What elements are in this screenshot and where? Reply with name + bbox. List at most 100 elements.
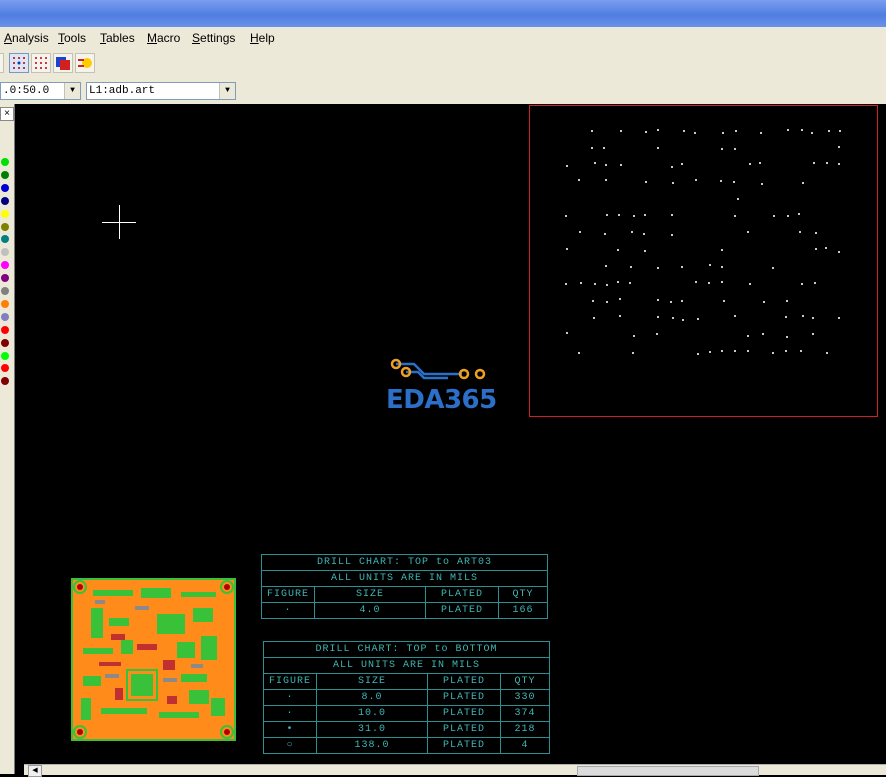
pin-mark [643, 213, 646, 216]
pin-mark [605, 283, 608, 286]
drill-chart-title: DRILL CHART: TOP to ART03 [261, 554, 548, 571]
pin-mark [785, 349, 788, 352]
pin-mark [839, 129, 842, 132]
pin-mark [565, 332, 568, 335]
layer-color-swatch[interactable] [1, 364, 9, 373]
menu-tables[interactable]: Tables [100, 31, 135, 45]
menu-help[interactable]: Help [250, 31, 275, 45]
pcb-preview [71, 578, 236, 741]
layer-color-swatch[interactable] [1, 183, 9, 192]
pin-mark [593, 283, 596, 286]
pin-mark [772, 351, 775, 354]
pin-mark [707, 282, 710, 285]
pin-mark [606, 300, 609, 303]
pin-mark [811, 317, 814, 320]
pin-mark [733, 315, 736, 318]
chevron-down-icon[interactable]: ▼ [219, 83, 235, 99]
menu-tools[interactable]: Tools [58, 31, 86, 45]
size-cell: 8.0 [316, 689, 428, 706]
pin-mark [786, 215, 789, 218]
pin-mark [632, 215, 635, 218]
layer-color-swatch[interactable] [1, 351, 9, 360]
chevron-down-icon[interactable]: ▼ [64, 83, 80, 99]
pin-mark [746, 350, 749, 353]
pin-mark [616, 281, 619, 284]
pin-mark [565, 164, 568, 167]
scroll-left-icon[interactable]: ◀ [28, 765, 42, 777]
menu-analysis[interactable]: Analysis [4, 31, 49, 45]
pin-mark [801, 315, 804, 318]
pin-mark [734, 214, 737, 217]
layer-color-swatch[interactable] [1, 377, 9, 386]
column-header: QTY [500, 673, 550, 690]
grid-combo[interactable]: .0:50.0 ▼ [0, 82, 81, 100]
column-header: PLATED [427, 673, 501, 690]
highlight-icon[interactable] [75, 53, 95, 73]
pin-mark [694, 131, 697, 134]
pin-mark [605, 163, 608, 166]
pin-mark [645, 130, 648, 133]
color-layers-icon[interactable] [53, 53, 73, 73]
layer-color-swatch[interactable] [1, 287, 9, 295]
pin-mark [566, 247, 569, 250]
scrollbar-thumb[interactable] [577, 766, 759, 776]
pin-mark [697, 352, 700, 355]
pin-mark [681, 162, 684, 165]
table-row: · 8.0 PLATED 330 [263, 689, 550, 706]
pin-mark [746, 334, 749, 337]
pin-mark [799, 231, 802, 234]
pin-mark [632, 334, 635, 337]
layer-combo[interactable]: L1:adb.art ▼ [86, 82, 236, 100]
menu-settings[interactable]: Settings [192, 31, 235, 45]
pin-mark [656, 146, 659, 149]
layer-color-swatch[interactable] [1, 248, 9, 257]
pin-mark [590, 129, 593, 132]
close-icon[interactable]: × [0, 107, 14, 121]
layer-color-swatch[interactable] [1, 261, 9, 270]
pin-mark [656, 128, 659, 131]
horizontal-scrollbar[interactable]: ◀ [24, 764, 886, 777]
plated-cell: PLATED [425, 602, 499, 619]
layer-color-swatch[interactable] [1, 158, 9, 166]
layer-color-swatch[interactable] [1, 299, 9, 308]
pin-mark [578, 351, 581, 354]
menu-macro[interactable]: Macro [147, 31, 180, 45]
pin-mark [814, 232, 817, 235]
pin-mark [720, 248, 723, 251]
plated-cell: PLATED [427, 705, 501, 722]
pin-mark [838, 146, 841, 149]
layer-color-swatch[interactable] [1, 209, 9, 218]
pin-mark [618, 315, 621, 318]
pin-mark [734, 130, 737, 133]
pin-mark [721, 281, 724, 284]
layer-color-swatch[interactable] [1, 338, 9, 347]
layer-color-swatch[interactable] [1, 274, 9, 283]
pin-mark [617, 249, 620, 252]
grid-toggle-icon[interactable] [31, 53, 51, 73]
column-header: SIZE [314, 586, 426, 603]
layer-color-swatch[interactable] [1, 325, 9, 334]
column-header: QTY [498, 586, 548, 603]
drill-chart-subtitle: ALL UNITS ARE IN MILS [261, 570, 548, 587]
pin-mark [590, 146, 593, 149]
pin-mark [655, 333, 658, 336]
layer-color-swatch[interactable] [1, 235, 9, 244]
layer-color-swatch[interactable] [1, 222, 9, 231]
pin-mark [812, 162, 815, 165]
pin-mark [786, 335, 789, 338]
plated-cell: PLATED [427, 737, 501, 754]
pin-mark [801, 181, 804, 184]
pin-mark [579, 282, 582, 285]
logo-trace-icon [390, 358, 486, 380]
pin-mark [838, 316, 840, 319]
layer-color-swatch[interactable] [1, 196, 9, 205]
toolbar-scroll-icon[interactable] [0, 53, 4, 73]
layer-color-swatch[interactable] [1, 312, 9, 321]
pin-mark [838, 250, 841, 253]
qty-cell: 218 [500, 721, 550, 738]
grid-dots-icon[interactable] [9, 53, 29, 73]
table-row: · 10.0 PLATED 374 [263, 705, 550, 722]
pin-mark [772, 267, 774, 270]
layer-color-swatch[interactable] [1, 170, 9, 179]
qty-cell: 330 [500, 689, 550, 706]
